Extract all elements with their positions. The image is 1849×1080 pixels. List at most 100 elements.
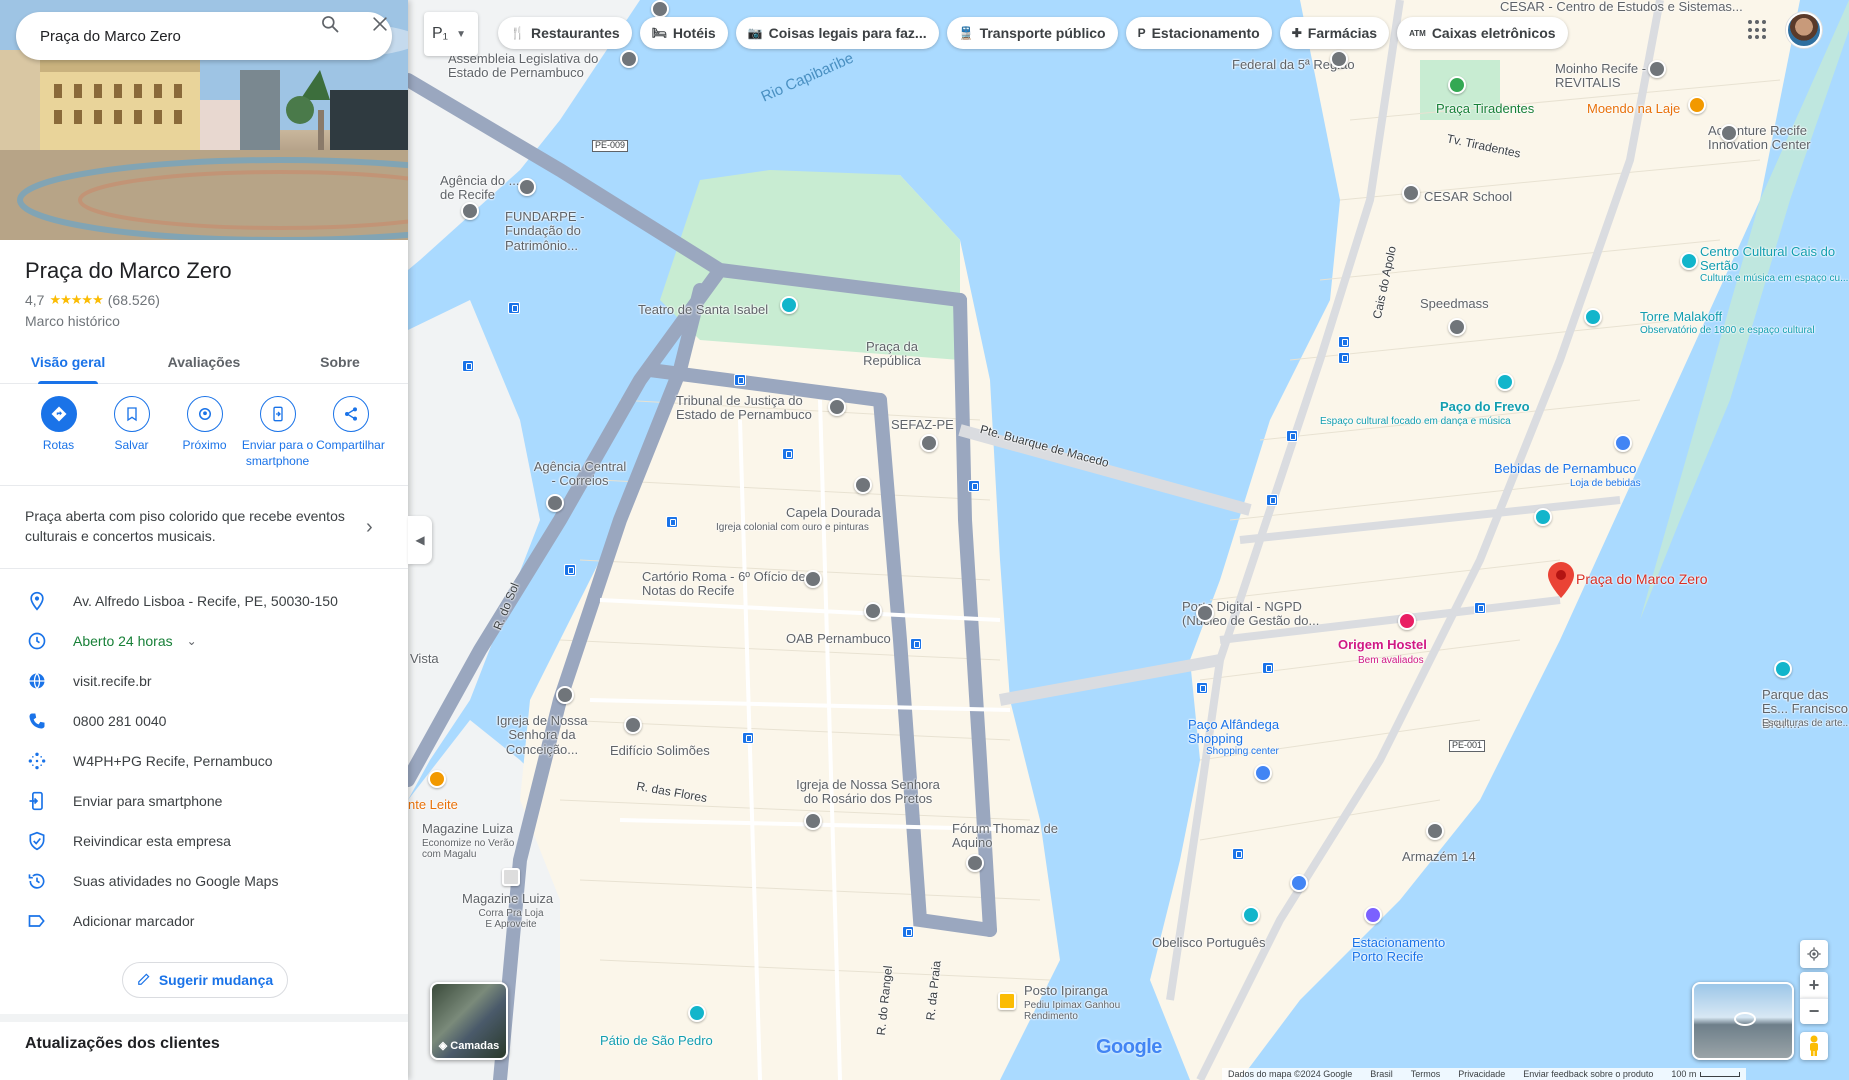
bus-stop-icon[interactable] (666, 516, 678, 528)
pin-icon[interactable] (966, 854, 984, 872)
bus-stop-icon[interactable] (1338, 352, 1350, 364)
place-description[interactable]: Praça aberta com piso colorido que receb… (25, 506, 355, 546)
bus-stop-icon[interactable] (902, 926, 914, 938)
website-row[interactable]: visit.recife.br (0, 661, 408, 701)
chip-transporte[interactable]: 🚆 Transporte público (946, 17, 1118, 49)
pin-icon[interactable] (864, 602, 882, 620)
pin-icon[interactable] (461, 202, 479, 220)
chevron-right-icon[interactable]: › (366, 516, 373, 539)
collapse-panel-button[interactable]: ◀ (408, 516, 432, 564)
street-view-thumbnail[interactable] (1692, 982, 1794, 1060)
bus-stop-icon[interactable] (742, 732, 754, 744)
parking-pin-icon[interactable] (1364, 906, 1382, 924)
theater-pin-icon[interactable] (780, 296, 798, 314)
pin-icon[interactable] (1426, 822, 1444, 840)
zoom-in-button[interactable]: + (1800, 972, 1828, 998)
send-to-phone-row[interactable]: Enviar para smartphone (0, 781, 408, 821)
pin-icon[interactable] (1196, 604, 1214, 622)
bus-stop-icon[interactable] (968, 480, 980, 492)
tab-sobre[interactable]: Sobre (272, 340, 408, 383)
search-icon[interactable] (320, 14, 340, 34)
pin-icon[interactable] (828, 398, 846, 416)
park-pin-icon[interactable] (1448, 76, 1466, 94)
add-label-row[interactable]: Adicionar marcador (0, 901, 408, 941)
church-pin-icon[interactable] (854, 476, 872, 494)
bus-stop-icon[interactable] (1232, 848, 1244, 860)
bus-stop-icon[interactable] (462, 360, 474, 372)
bus-stop-icon[interactable] (1474, 602, 1486, 614)
pin-icon[interactable] (1330, 50, 1348, 68)
pin-icon[interactable] (546, 494, 564, 512)
pin-icon[interactable] (1448, 318, 1466, 336)
place-category[interactable]: Marco histórico (25, 313, 120, 329)
museum-pin-icon[interactable] (1680, 252, 1698, 270)
hotel-pin-icon[interactable] (1398, 612, 1416, 630)
my-location-button[interactable] (1800, 940, 1828, 968)
directions-button[interactable]: Rotas (22, 396, 95, 486)
activity-row[interactable]: Suas atividades no Google Maps (0, 861, 408, 901)
shop-pin-icon[interactable] (1290, 874, 1308, 892)
shop-pin-icon[interactable] (1614, 434, 1632, 452)
tab-avaliacoes[interactable]: Avaliações (136, 340, 272, 383)
share-button[interactable]: Compartilhar (314, 396, 387, 486)
chip-farmacias[interactable]: ✚ Farmácias (1279, 17, 1390, 49)
restaurant-pin-icon[interactable] (1688, 96, 1706, 114)
footer-country-link[interactable]: Brasil (1370, 1069, 1393, 1079)
chip-caixas[interactable]: ATM Caixas eletrônicos (1397, 17, 1568, 49)
museum-pin-icon[interactable] (1496, 373, 1514, 391)
place-hero-photo[interactable]: Praça do Marco Zero (0, 0, 408, 240)
pin-icon[interactable] (920, 434, 938, 452)
chip-restaurantes[interactable]: 🍴 Restaurantes (498, 17, 632, 49)
pin-icon[interactable] (651, 0, 669, 18)
pin-icon[interactable] (1720, 124, 1738, 142)
tab-visao-geral[interactable]: Visão geral (0, 340, 136, 384)
church-pin-icon[interactable] (556, 686, 574, 704)
bus-stop-icon[interactable] (782, 448, 794, 460)
footer-feedback-link[interactable]: Enviar feedback sobre o produto (1523, 1069, 1653, 1079)
museum-pin-icon[interactable] (1534, 508, 1552, 526)
pin-icon[interactable] (624, 716, 642, 734)
rating-row[interactable]: 4,7 ★★★★★ (68.526) (25, 292, 160, 308)
camera-pin-icon[interactable] (1584, 308, 1602, 326)
close-icon[interactable] (370, 14, 390, 34)
museum-pin-icon[interactable] (688, 1004, 706, 1022)
send-to-phone-button[interactable]: Enviar para o smartphone (241, 396, 314, 486)
bus-stop-icon[interactable] (564, 564, 576, 576)
bus-stop-icon[interactable] (1266, 494, 1278, 506)
hours-row[interactable]: Aberto 24 horas ⌄ (0, 621, 408, 661)
claim-business-row[interactable]: Reivindicar esta empresa (0, 821, 408, 861)
bus-stop-icon[interactable] (910, 638, 922, 650)
chevron-down-icon[interactable]: ⌄ (187, 634, 197, 648)
church-pin-icon[interactable] (804, 812, 822, 830)
restaurant-pin-icon[interactable] (428, 770, 446, 788)
selected-place-marker-icon[interactable] (1548, 562, 1574, 598)
pin-icon[interactable] (518, 178, 536, 196)
nearby-button[interactable]: Próximo (168, 396, 241, 486)
reviews-count[interactable]: (68.526) (108, 292, 160, 308)
bus-stop-icon[interactable] (734, 374, 746, 386)
footer-terms-link[interactable]: Termos (1411, 1069, 1441, 1079)
scale-indicator[interactable]: 100 m (1671, 1069, 1741, 1079)
layers-button[interactable]: ◈ Camadas (430, 982, 508, 1060)
plus-code-row[interactable]: W4PH+PG Recife, Pernambuco (0, 741, 408, 781)
camera-pin-icon[interactable] (1774, 660, 1792, 678)
photo-pin-icon[interactable] (502, 868, 520, 886)
bus-stop-icon[interactable] (1262, 662, 1274, 674)
bus-stop-icon[interactable] (1286, 430, 1298, 442)
gas-station-pin-icon[interactable] (998, 992, 1016, 1010)
chip-hoteis[interactable]: 🛏 Hotéis (639, 17, 728, 49)
zoom-out-button[interactable]: − (1800, 998, 1828, 1024)
pin-icon[interactable] (1648, 60, 1666, 78)
footer-privacy-link[interactable]: Privacidade (1458, 1069, 1505, 1079)
bus-stop-icon[interactable] (1196, 682, 1208, 694)
chip-estacionamento[interactable]: P Estacionamento (1125, 17, 1272, 49)
save-button[interactable]: Salvar (95, 396, 168, 486)
pin-icon[interactable] (804, 570, 822, 588)
monument-pin-icon[interactable] (1242, 906, 1260, 924)
phone-row[interactable]: 0800 281 0040 (0, 701, 408, 741)
address-row[interactable]: Av. Alfredo Lisboa - Recife, PE, 50030-1… (0, 581, 408, 621)
bus-stop-icon[interactable] (1338, 336, 1350, 348)
shop-pin-icon[interactable] (1254, 764, 1272, 782)
school-pin-icon[interactable] (1402, 184, 1420, 202)
suggest-edit-button[interactable]: Sugerir mudança (122, 962, 288, 998)
